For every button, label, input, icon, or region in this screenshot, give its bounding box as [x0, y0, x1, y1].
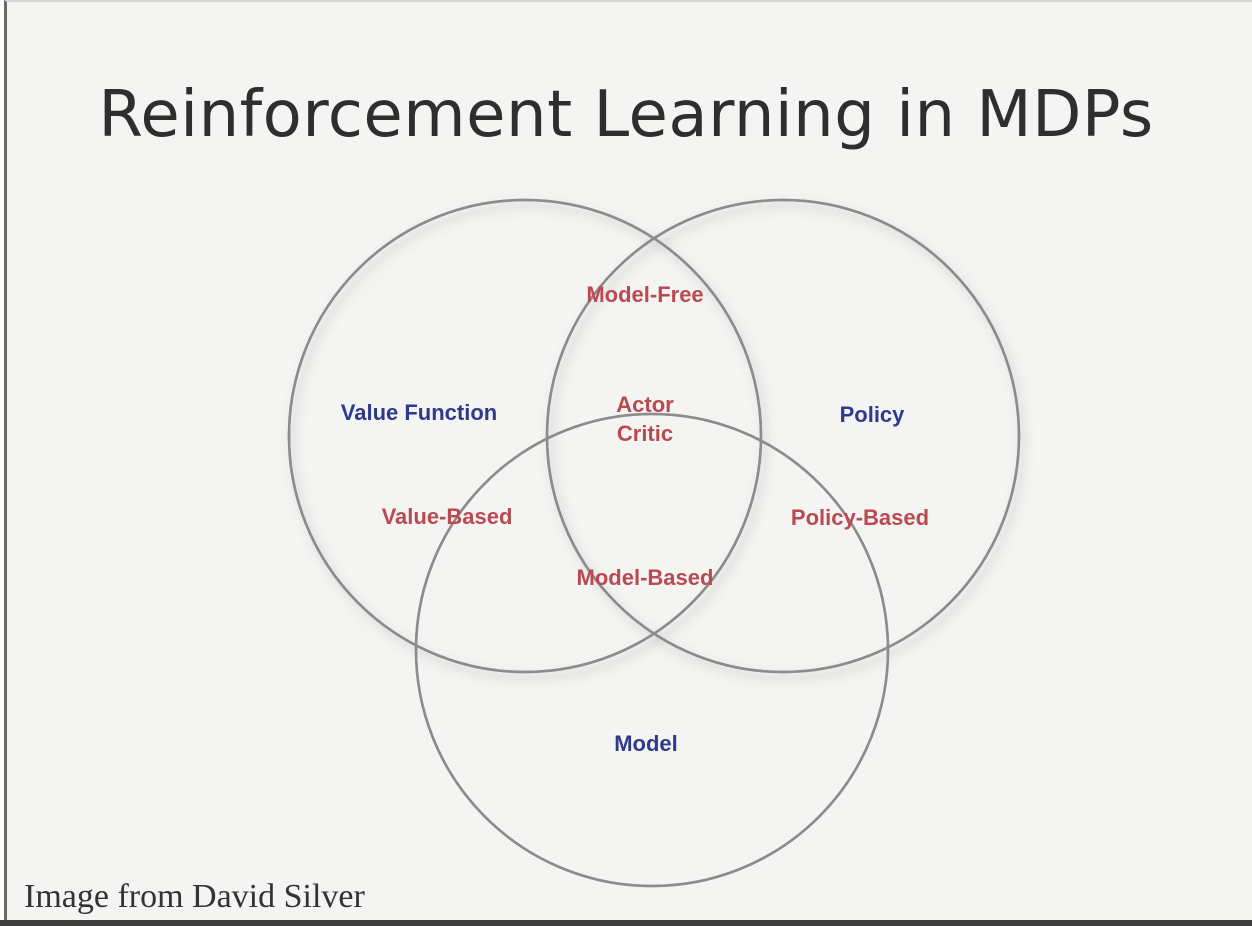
label-value-based: Value-Based: [382, 504, 513, 529]
value-function-circle: [287, 198, 763, 674]
image-credit: Image from David Silver: [24, 878, 365, 915]
label-policy-based: Policy-Based: [791, 505, 929, 530]
label-policy: Policy: [840, 402, 906, 427]
label-actor: Actor: [616, 392, 674, 417]
venn-diagram: Value Function Policy Model Model-Free A…: [287, 198, 1021, 888]
label-model-based: Model-Based: [577, 565, 714, 590]
model-circle: [414, 412, 890, 888]
label-model: Model: [614, 731, 678, 756]
value-function-circle-outline: [287, 198, 763, 674]
label-value-function: Value Function: [341, 400, 497, 425]
model-circle-outline: [414, 412, 890, 888]
label-model-free: Model-Free: [586, 282, 703, 307]
label-critic: Critic: [617, 421, 673, 446]
